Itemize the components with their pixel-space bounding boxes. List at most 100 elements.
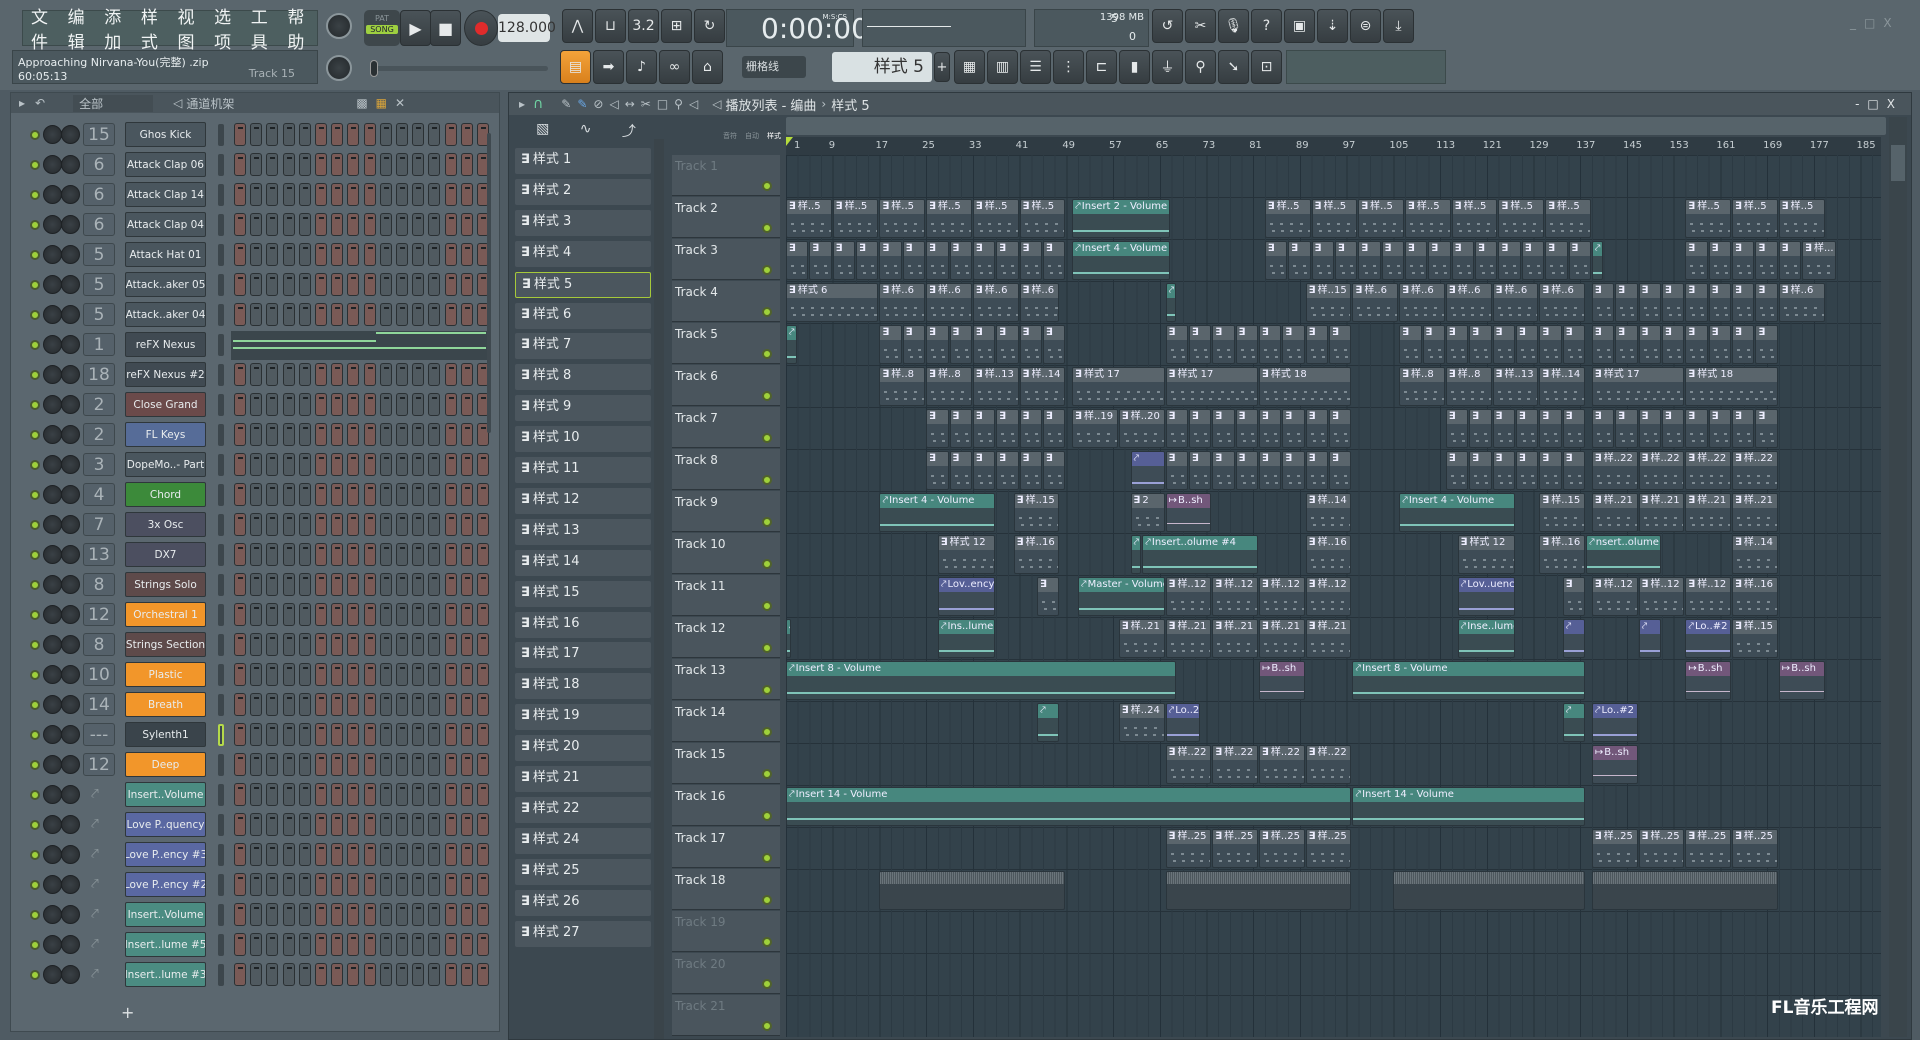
channel-row[interactable]: ⤤ Love P..ency #3: [11, 841, 491, 869]
step-button[interactable]: [428, 723, 441, 746]
pattern-clip[interactable]: ∃ 样..12: [1591, 577, 1638, 616]
channel-select-slot[interactable]: [218, 574, 224, 596]
step-button[interactable]: [331, 843, 344, 866]
pattern-clip[interactable]: ∃ 样..25: [1732, 829, 1778, 868]
automation-clip[interactable]: ⤤Ins..lume: [937, 619, 996, 658]
plugin-button[interactable]: ⏚: [1152, 50, 1183, 84]
step-button[interactable]: [444, 273, 457, 296]
channel-name-button[interactable]: Strings Solo: [125, 572, 206, 597]
pattern-clip[interactable]: ∃ 样..12: [1638, 577, 1685, 616]
slice-icon[interactable]: ✂: [641, 97, 651, 111]
pattern-clip[interactable]: ∃ 样..5: [1451, 199, 1498, 238]
track-mute-led[interactable]: [762, 727, 772, 737]
step-button[interactable]: [347, 543, 360, 566]
channel-name-button[interactable]: 3x Osc: [125, 512, 206, 537]
channel-name-button[interactable]: Breath: [125, 692, 206, 717]
pattern-clip[interactable]: ∃ 样..8: [879, 367, 926, 406]
arrangement-grid[interactable]: ∃ 样..5 ∃ 样..5 ∃ 样..5 ∃ 样..5 ∃ 样..5 ∃ 样..5 ⤤Insert 2 …: [786, 155, 1881, 1037]
step-button[interactable]: [282, 783, 295, 806]
piano-roll-preview[interactable]: [231, 331, 487, 360]
channel-pan-knob[interactable]: [61, 185, 80, 204]
pattern-clip[interactable]: ∃: [1615, 409, 1638, 448]
pattern-clip[interactable]: ∃: [1358, 241, 1381, 280]
pattern-clip[interactable]: ∃: [972, 451, 996, 490]
step-button[interactable]: [396, 543, 408, 566]
pattern-clip[interactable]: ∃ 2: [1130, 493, 1165, 532]
pattern-clip[interactable]: ∃ 样..6: [1019, 283, 1060, 322]
step-button[interactable]: [412, 273, 425, 296]
pattern-clip[interactable]: ∃: [1662, 283, 1685, 322]
step-button[interactable]: [347, 873, 360, 896]
step-button[interactable]: [315, 213, 327, 236]
cut-button[interactable]: ✂: [1185, 9, 1216, 43]
channel-row[interactable]: ⤤ Love P..quency: [11, 811, 491, 839]
slip-icon[interactable]: ↔: [625, 97, 635, 111]
channel-enable-led[interactable]: [30, 400, 40, 410]
step-button[interactable]: [363, 513, 376, 536]
step-button[interactable]: [444, 123, 457, 146]
step-button[interactable]: [250, 243, 263, 266]
step-button[interactable]: [282, 663, 295, 686]
step-button[interactable]: [266, 843, 279, 866]
step-button[interactable]: [396, 663, 408, 686]
pattern-clip[interactable]: ∃: [902, 241, 926, 280]
mixer-track-number[interactable]: 10: [83, 663, 115, 686]
pattern-clip[interactable]: ∃: [1311, 241, 1334, 280]
channel-volume-knob[interactable]: [43, 545, 62, 564]
track-mute-led[interactable]: [762, 643, 772, 653]
step-button[interactable]: [347, 903, 360, 926]
step-button[interactable]: [460, 783, 473, 806]
pattern-clip[interactable]: ∃: [1615, 283, 1638, 322]
channel-name-button[interactable]: reFX Nexus: [125, 332, 206, 357]
channel-row[interactable]: ⤤ Insert..Volume: [11, 781, 491, 809]
channel-row[interactable]: 5 Attack Hat 01: [11, 241, 491, 269]
step-button[interactable]: [460, 423, 473, 446]
pattern-item[interactable]: ∃ 样式 26: [515, 889, 651, 916]
step-button[interactable]: [234, 783, 246, 806]
step-button[interactable]: [282, 243, 295, 266]
step-button[interactable]: [412, 453, 425, 476]
channel-volume-knob[interactable]: [43, 755, 62, 774]
pattern-clip[interactable]: ∃: [1445, 409, 1469, 448]
automation-clip[interactable]: ⤤: [786, 619, 791, 658]
step-button[interactable]: [460, 753, 473, 776]
mixer-track-number[interactable]: 8: [83, 573, 115, 596]
pattern-clip[interactable]: ∃: [1539, 325, 1562, 364]
mixer-track-number[interactable]: 6: [83, 153, 115, 176]
step-button[interactable]: [347, 483, 360, 506]
step-button[interactable]: [331, 513, 344, 536]
channel-volume-knob[interactable]: [43, 425, 62, 444]
step-button[interactable]: [315, 453, 327, 476]
step-button[interactable]: [379, 243, 392, 266]
step-button[interactable]: [234, 843, 246, 866]
channel-row[interactable]: ⤤ Insert..Volume: [11, 901, 491, 929]
track-mute-led[interactable]: [762, 811, 772, 821]
step-button[interactable]: [234, 903, 246, 926]
step-button[interactable]: [444, 753, 457, 776]
channel-row[interactable]: 18 reFX Nexus #2: [11, 361, 491, 389]
vertical-scrollbar[interactable]: [1889, 117, 1907, 1037]
step-button[interactable]: [266, 273, 279, 296]
channel-enable-led[interactable]: [30, 940, 40, 950]
step-button[interactable]: [460, 693, 473, 716]
step-button[interactable]: [379, 483, 392, 506]
step-button[interactable]: [460, 873, 473, 896]
automation-clip[interactable]: ⤤Insert 14 - Volume: [786, 787, 1352, 826]
step-button[interactable]: [266, 573, 279, 596]
automation-clip[interactable]: ⤤: [786, 325, 797, 364]
track-header[interactable]: Track 7: [672, 407, 780, 448]
step-button[interactable]: [234, 363, 246, 386]
step-button[interactable]: [379, 693, 392, 716]
pattern-clip[interactable]: ∃: [1212, 409, 1235, 448]
step-button[interactable]: [282, 123, 295, 146]
channel-enable-led[interactable]: [30, 700, 40, 710]
step-button[interactable]: [444, 723, 457, 746]
step-button[interactable]: [234, 573, 246, 596]
step-button[interactable]: [315, 483, 327, 506]
step-button[interactable]: [315, 393, 327, 416]
track-mute-led[interactable]: [762, 937, 772, 947]
pattern-clip[interactable]: ∃: [1685, 241, 1708, 280]
step-button[interactable]: [315, 963, 327, 986]
step-button[interactable]: [363, 903, 376, 926]
step-button[interactable]: [347, 693, 360, 716]
